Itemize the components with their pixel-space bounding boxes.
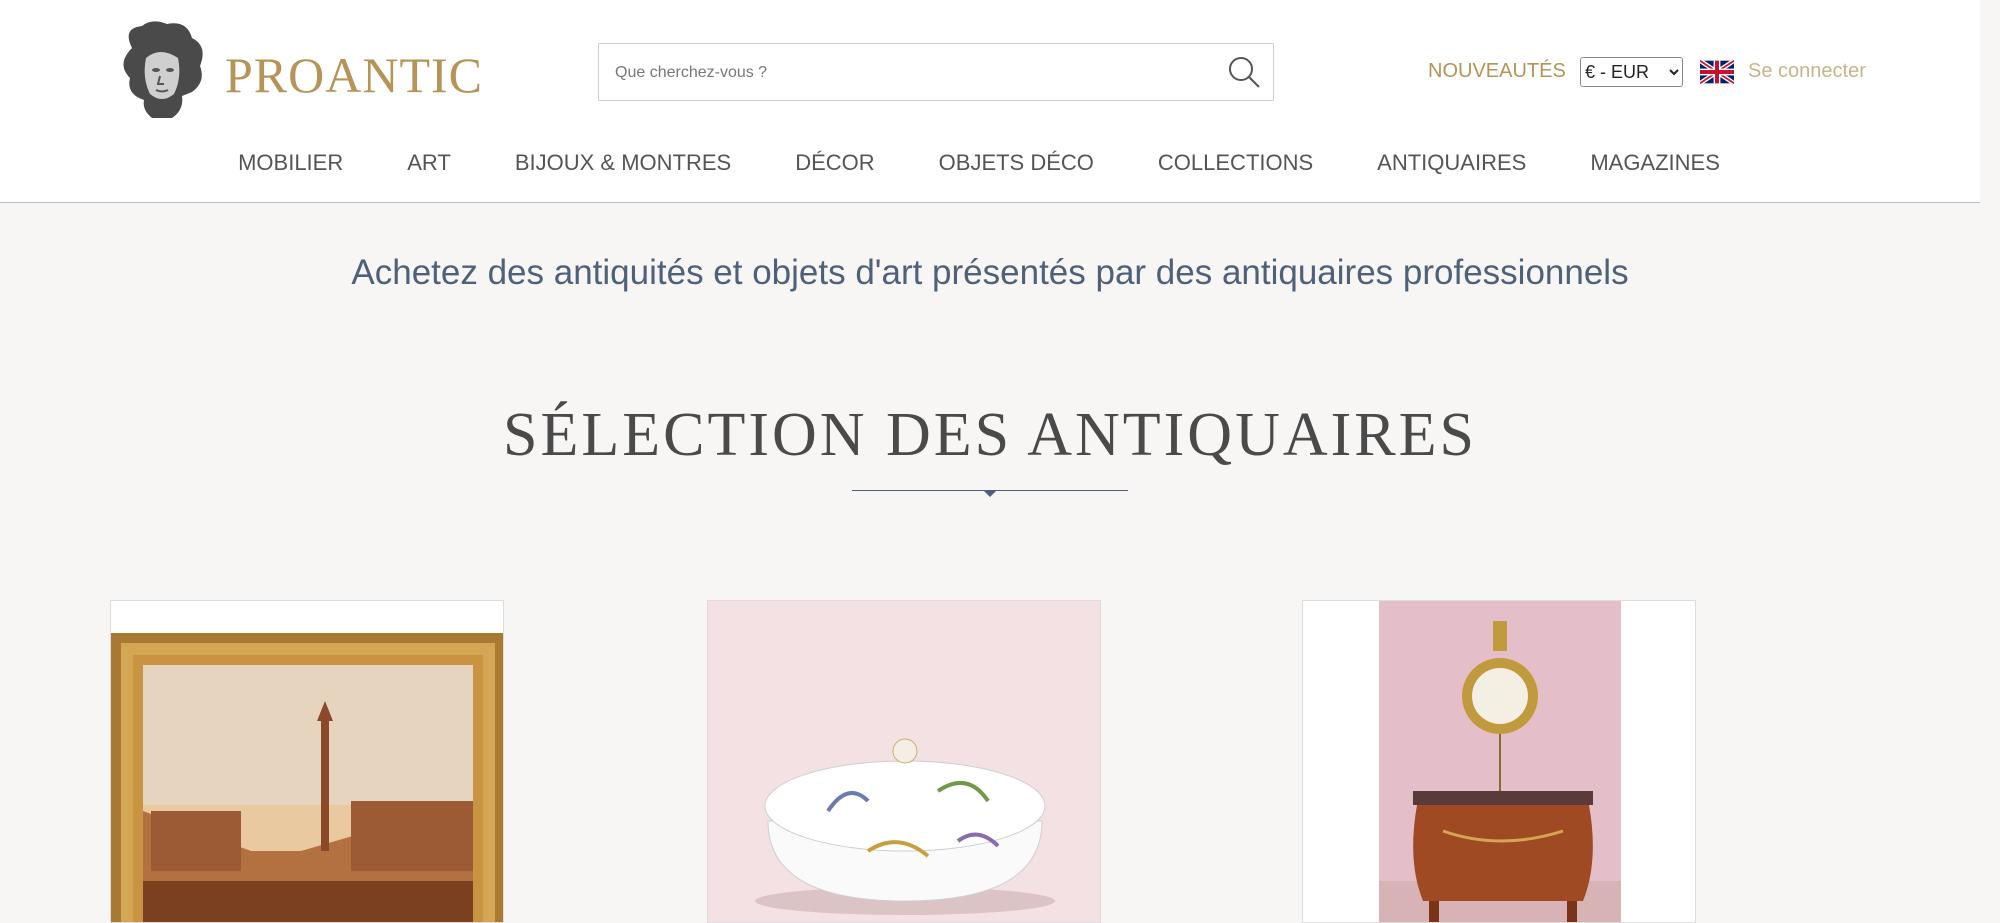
search-input[interactable]: [613, 44, 1217, 102]
product-card[interactable]: [1302, 600, 1696, 923]
nav-item-mobilier[interactable]: MOBILIER: [238, 150, 343, 176]
nav-item-magazines[interactable]: MAGAZINES: [1590, 150, 1720, 176]
nav-item-objets-deco[interactable]: OBJETS DÉCO: [939, 150, 1094, 176]
uk-flag-icon[interactable]: [1700, 60, 1734, 84]
currency-select[interactable]: € - EUR: [1580, 57, 1683, 87]
venice-painting-icon: [111, 601, 503, 922]
logo-wordmark[interactable]: PROANTIC: [225, 46, 483, 104]
faience-tureen-icon: [708, 601, 1100, 922]
section-title: SÉLECTION DES ANTIQUAIRES: [503, 401, 1477, 469]
site-header: PROANTIC NOUVEAUTÉS € - EUR Se connecter…: [0, 0, 1980, 203]
page-tagline: Achetez des antiquités et objets d'art p…: [351, 253, 1629, 292]
nav-item-art[interactable]: ART: [407, 150, 451, 176]
barometer-commode-icon: [1303, 601, 1695, 922]
main-nav: MOBILIER ART BIJOUX & MONTRES DÉCOR OBJE…: [108, 124, 1850, 202]
nav-item-decor[interactable]: DÉCOR: [795, 150, 874, 176]
nav-item-collections[interactable]: COLLECTIONS: [1158, 150, 1313, 176]
login-link[interactable]: Se connecter: [1748, 60, 1866, 83]
product-card[interactable]: [707, 600, 1101, 923]
nav-item-antiquaires[interactable]: ANTIQUAIRES: [1377, 150, 1526, 176]
logo-sculpture-icon[interactable]: [112, 18, 210, 122]
nav-item-bijoux-montres[interactable]: BIJOUX & MONTRES: [515, 150, 731, 176]
product-card[interactable]: [110, 600, 504, 923]
search-box: [598, 43, 1274, 102]
search-icon[interactable]: [1227, 55, 1261, 89]
news-link[interactable]: NOUVEAUTÉS: [1428, 60, 1566, 83]
title-divider-caret: [983, 490, 997, 497]
